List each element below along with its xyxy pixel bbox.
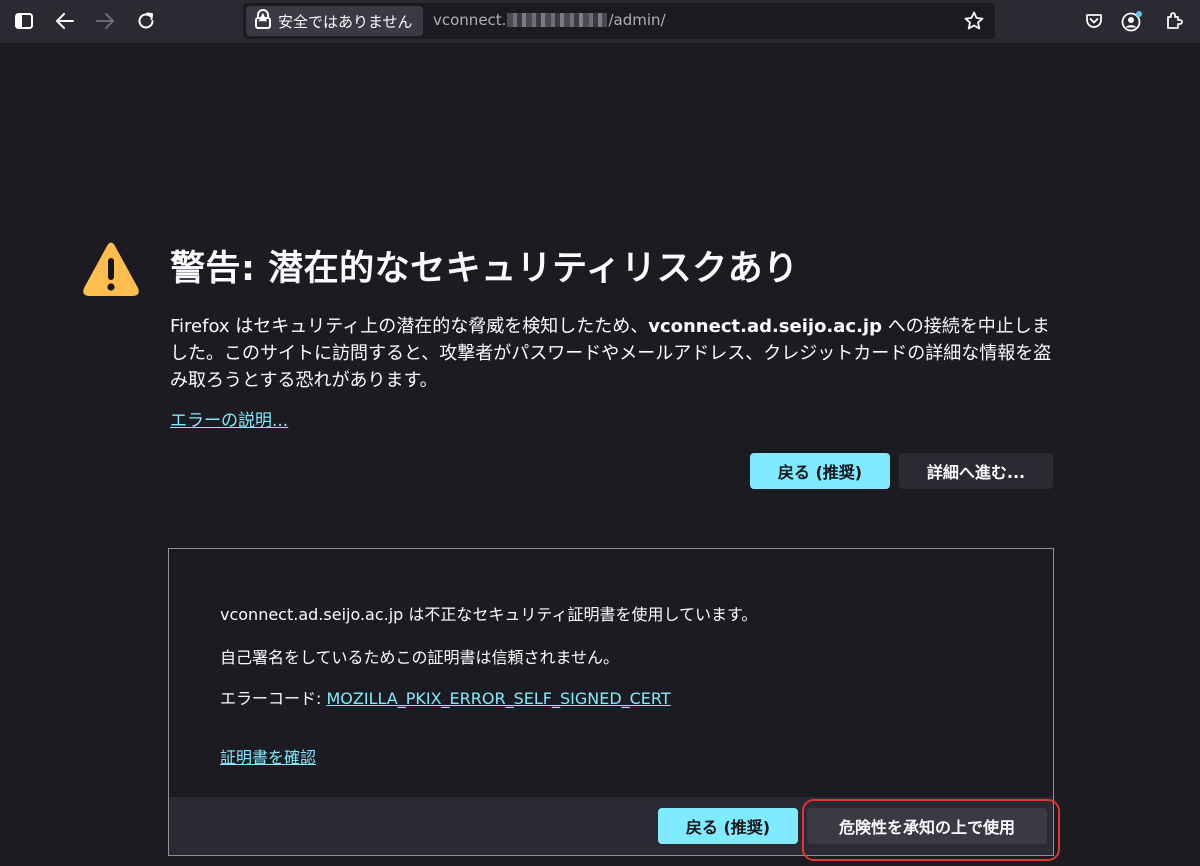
security-label: 安全ではありません xyxy=(278,12,413,31)
go-back-button[interactable]: 戻る (推奨) xyxy=(750,453,890,489)
url-suffix: /admin/ xyxy=(608,11,666,29)
error-code-line: エラーコード: MOZILLA_PKIX_ERROR_SELF_SIGNED_C… xyxy=(220,685,671,709)
forward-arrow-icon[interactable] xyxy=(89,6,121,36)
advanced-go-back-button[interactable]: 戻る (推奨) xyxy=(658,808,798,844)
reload-icon[interactable] xyxy=(130,6,162,36)
self-signed-text: 自己署名をしているためこの証明書は信頼されません。 xyxy=(220,648,620,667)
security-indicator[interactable]: 安全ではありません xyxy=(246,6,423,36)
advanced-button[interactable]: 詳細へ進む... xyxy=(899,453,1053,489)
highlight-annotation xyxy=(802,799,1060,861)
account-icon[interactable] xyxy=(1116,6,1148,36)
error-explanation-link[interactable]: エラーの説明... xyxy=(170,406,288,431)
url-bar[interactable]: 安全ではありません vconnect. /admin/ xyxy=(243,3,995,39)
page-title: 警告: 潜在的なセキュリティリスクあり xyxy=(170,249,799,289)
url-text[interactable]: vconnect. /admin/ xyxy=(433,11,666,29)
view-certificate-link[interactable]: 証明書を確認 xyxy=(220,748,316,767)
warning-description: Firefox はセキュリティ上の潜在的な脅威を検知したため、vconnect.… xyxy=(170,313,1060,394)
description-part1: Firefox はセキュリティ上の潜在的な脅威を検知したため、 xyxy=(170,316,649,337)
star-icon[interactable] xyxy=(959,6,989,36)
extensions-icon[interactable] xyxy=(1158,6,1190,36)
browser-toolbar: 安全ではありません vconnect. /admin/ xyxy=(0,0,1200,43)
url-prefix: vconnect. xyxy=(433,11,507,29)
error-code-link[interactable]: MOZILLA_PKIX_ERROR_SELF_SIGNED_CERT xyxy=(326,689,670,708)
redacted-domain xyxy=(507,13,608,27)
back-arrow-icon[interactable] xyxy=(49,6,81,36)
error-code-label: エラーコード: xyxy=(220,689,327,708)
view-certificate-line: 証明書を確認 xyxy=(220,744,316,768)
cert-invalid-text: vconnect.ad.seijo.ac.jp は不正なセキュリティ証明書を使用… xyxy=(220,605,758,624)
description-host: vconnect.ad.seijo.ac.jp xyxy=(648,316,882,337)
pocket-icon[interactable] xyxy=(1078,6,1110,36)
warning-icon xyxy=(82,240,140,298)
sidebar-icon[interactable] xyxy=(8,6,40,36)
lock-warning-icon xyxy=(254,9,272,33)
